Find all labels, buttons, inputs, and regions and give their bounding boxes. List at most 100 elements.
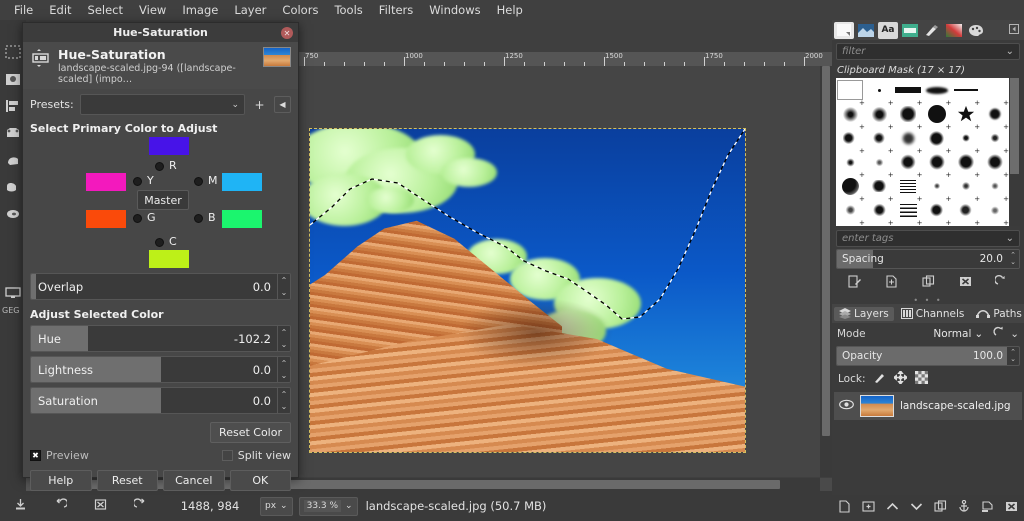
tab-channels[interactable]: Channels <box>896 307 970 321</box>
dialog-titlebar[interactable]: Hue-Saturation ✕ <box>23 23 298 42</box>
add-preset-button[interactable]: + <box>251 96 268 113</box>
delete-brush-icon[interactable] <box>959 275 972 291</box>
brush-item[interactable] <box>865 150 894 174</box>
lock-position-icon[interactable] <box>894 371 907 387</box>
layer-visibility-icon[interactable] <box>839 399 854 413</box>
edit-brush-icon[interactable] <box>848 275 862 291</box>
layer-row[interactable]: landscape-scaled.jpg <box>834 392 1022 420</box>
reset-mode-icon[interactable] <box>993 326 1006 341</box>
menu-item-view[interactable]: View <box>131 1 174 19</box>
brush-grid-scrollbar[interactable] <box>1009 78 1020 226</box>
radio-y[interactable] <box>133 177 142 186</box>
brush-item[interactable] <box>951 126 980 150</box>
radio-b[interactable] <box>194 214 203 223</box>
brush-item[interactable] <box>894 78 923 102</box>
menu-item-edit[interactable]: Edit <box>41 1 79 19</box>
menu-item-help[interactable]: Help <box>489 1 531 19</box>
brush-item[interactable] <box>865 174 894 198</box>
swatch-m[interactable] <box>222 173 262 191</box>
brush-item[interactable] <box>865 78 894 102</box>
spacing-stepper[interactable]: Spacing 20.0 ⌃⌄ <box>836 249 1020 269</box>
brush-item[interactable] <box>980 126 1009 150</box>
brush-item[interactable] <box>951 78 980 102</box>
saturation-spin-arrows[interactable]: ⌃⌄ <box>277 388 290 413</box>
refresh-brushes-icon[interactable] <box>995 275 1008 291</box>
document-history-tab[interactable] <box>900 22 920 39</box>
brush-item[interactable] <box>894 126 923 150</box>
layer-list[interactable]: landscape-scaled.jpg <box>832 392 1024 470</box>
tab-paths[interactable]: Paths <box>971 307 1024 321</box>
new-layer-group-icon[interactable] <box>862 500 875 516</box>
save-icon[interactable] <box>14 498 27 514</box>
radio-m[interactable] <box>194 177 203 186</box>
split-view-checkbox[interactable] <box>222 450 233 461</box>
delete-layer-icon[interactable] <box>1005 500 1018 516</box>
lower-layer-icon[interactable] <box>910 501 923 515</box>
zoom-selector[interactable]: 33.3 % ⌄ <box>299 497 358 516</box>
mode-options-chevron-icon[interactable]: ⌄ <box>1010 328 1019 340</box>
swatch-g[interactable] <box>86 210 126 228</box>
radio-g[interactable] <box>133 214 142 223</box>
radio-r[interactable] <box>155 162 164 171</box>
chevron-down-icon[interactable]: ⌄ <box>1006 46 1014 57</box>
gradients-tab[interactable] <box>944 22 964 39</box>
brush-item[interactable] <box>836 174 865 198</box>
brush-item[interactable] <box>980 150 1009 174</box>
hue-slider[interactable]: Hue -102.2 ⌃⌄ <box>30 325 291 352</box>
brush-item[interactable] <box>951 102 980 126</box>
brush-item[interactable] <box>923 174 952 198</box>
lock-pixels-icon[interactable] <box>873 372 886 387</box>
palettes-tab[interactable] <box>966 22 986 39</box>
presets-combo[interactable]: ⌄ <box>80 94 245 115</box>
opacity-stepper[interactable]: Opacity 100.0 ⌃⌄ <box>836 346 1020 366</box>
menu-item-colors[interactable]: Colors <box>274 1 326 19</box>
dock-separator-grip[interactable]: • • • <box>832 297 1024 304</box>
navigation-button[interactable] <box>820 478 832 491</box>
preset-menu-button[interactable]: ◀ <box>274 96 291 113</box>
ok-button[interactable]: OK <box>230 470 292 491</box>
vertical-scrollbar[interactable] <box>820 66 832 477</box>
brush-item[interactable] <box>836 126 865 150</box>
raise-layer-icon[interactable] <box>886 501 899 515</box>
new-brush-icon[interactable] <box>885 275 898 291</box>
menu-item-image[interactable]: Image <box>174 1 226 19</box>
brush-item[interactable] <box>894 174 923 198</box>
swatch-y[interactable] <box>86 173 126 191</box>
brush-item[interactable] <box>980 174 1009 198</box>
swatch-b[interactable] <box>222 210 262 228</box>
duplicate-layer-icon[interactable] <box>934 500 947 516</box>
merge-down-icon[interactable] <box>981 500 994 516</box>
swatch-r[interactable] <box>149 137 189 155</box>
brush-item[interactable] <box>836 102 865 126</box>
radio-c[interactable] <box>155 238 164 247</box>
brush-item[interactable] <box>923 150 952 174</box>
preview-checkbox[interactable]: ✖ <box>30 450 41 461</box>
new-layer-icon[interactable] <box>838 500 851 516</box>
swatch-c[interactable] <box>149 250 189 268</box>
mode-selector[interactable]: Normal ⌄ <box>933 328 983 340</box>
duplicate-brush-icon[interactable] <box>922 275 935 291</box>
brush-item[interactable] <box>951 198 980 222</box>
lightness-spin-arrows[interactable]: ⌃⌄ <box>277 357 290 382</box>
brush-item[interactable] <box>865 102 894 126</box>
brush-item[interactable] <box>980 198 1009 222</box>
chevron-down-icon[interactable]: ⌄ <box>1006 233 1014 244</box>
brush-item[interactable] <box>836 78 865 102</box>
spacing-spin-arrows[interactable]: ⌃⌄ <box>1007 250 1019 268</box>
brush-item[interactable] <box>894 150 923 174</box>
reset-button[interactable]: Reset <box>97 470 159 491</box>
brush-item[interactable] <box>923 78 952 102</box>
lightness-slider[interactable]: Lightness 0.0 ⌃⌄ <box>30 356 291 383</box>
fonts-tab[interactable]: Aa <box>878 22 898 39</box>
brushes-tab[interactable] <box>834 22 854 39</box>
lock-alpha-icon[interactable] <box>915 371 928 387</box>
brush-item[interactable] <box>836 150 865 174</box>
overlap-spin-arrows[interactable]: ⌃⌄ <box>277 274 290 299</box>
brush-tags-input[interactable]: enter tags ⌄ <box>836 230 1020 247</box>
redo-icon[interactable] <box>134 498 147 514</box>
reset-color-button[interactable]: Reset Color <box>210 422 291 443</box>
brush-item[interactable] <box>951 174 980 198</box>
menu-item-layer[interactable]: Layer <box>226 1 274 19</box>
menu-item-filters[interactable]: Filters <box>371 1 421 19</box>
overlap-slider[interactable]: Overlap 0.0 ⌃⌄ <box>30 273 291 300</box>
